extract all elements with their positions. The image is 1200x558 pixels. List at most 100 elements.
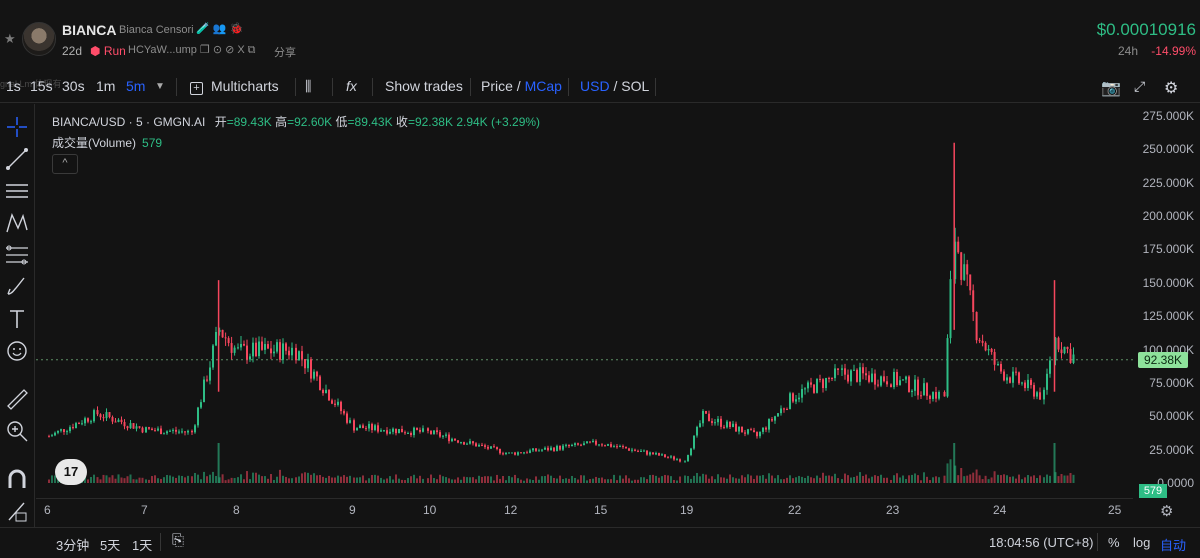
candle-body <box>307 359 309 369</box>
candle-body <box>120 419 123 423</box>
crosshair-icon[interactable] <box>4 114 30 140</box>
candle-body <box>705 411 707 414</box>
volume-bar <box>215 475 217 483</box>
volume-bar <box>883 477 885 483</box>
time-tick-label: 25 <box>1108 503 1122 517</box>
candle-body <box>1063 346 1066 354</box>
candle-body <box>301 351 303 360</box>
volume-bar <box>203 471 205 483</box>
date-range-calendar-icon[interactable]: ⎘ <box>172 532 184 549</box>
volume-bar <box>252 472 254 483</box>
candle-body <box>708 413 710 422</box>
interval-1m[interactable]: 1m <box>96 78 115 94</box>
volume-bar <box>744 477 746 483</box>
ruler-icon[interactable] <box>4 386 30 412</box>
collapse-legend-button[interactable]: ^ <box>52 154 78 174</box>
price-option[interactable]: Price <box>481 78 513 94</box>
contract-address[interactable]: HCYaW...ump <box>128 44 197 56</box>
volume-bar <box>520 479 522 483</box>
volume-bar <box>374 474 376 483</box>
candle-body <box>1072 354 1075 363</box>
settings-gear-icon[interactable]: ⚙ <box>1164 78 1178 98</box>
candle-body <box>547 447 549 451</box>
volume-bar <box>87 479 89 483</box>
volume-bar <box>890 479 892 483</box>
price-mcap-toggle[interactable]: Price / MCap <box>481 78 562 94</box>
log-scale-button[interactable]: log <box>1133 535 1150 550</box>
volume-bar <box>310 474 312 483</box>
volume-bar <box>442 476 444 483</box>
share-button[interactable]: 分享 <box>274 44 296 60</box>
volume-bar <box>896 473 898 483</box>
token-avatar <box>22 22 56 56</box>
volume-bar <box>200 479 202 483</box>
axis-settings-gear-icon[interactable]: ⚙ <box>1160 502 1173 520</box>
currency-toggle[interactable]: USD / SOL <box>580 78 649 94</box>
drawing-toolbar <box>0 104 35 530</box>
usd-option[interactable]: USD <box>580 78 610 94</box>
candle-body <box>807 382 809 389</box>
volume-bar <box>279 469 281 483</box>
volume-bar <box>562 479 564 483</box>
price-chart[interactable] <box>36 104 1133 497</box>
interval-30s[interactable]: 30s <box>62 78 85 94</box>
volume-bar <box>987 479 990 483</box>
range-3min-button[interactable]: 3分钟 <box>56 535 89 554</box>
candle-body <box>1012 371 1014 383</box>
range-5d-button[interactable]: 5天 <box>100 535 120 554</box>
spike-volume-bar <box>953 443 956 483</box>
fullscreen-icon[interactable]: ⤢ <box>1134 78 1145 95</box>
candle-body <box>943 392 946 397</box>
interval-dropdown-chevron-icon[interactable]: ▼ <box>155 81 165 92</box>
lock-drawing-icon[interactable] <box>4 498 30 524</box>
candle-body <box>735 423 737 432</box>
brush-icon[interactable] <box>4 274 30 300</box>
volume-bar <box>258 474 260 483</box>
auto-scale-button[interactable]: 自动 <box>1160 535 1186 554</box>
sol-option[interactable]: SOL <box>621 78 649 94</box>
interval-15s[interactable]: 15s <box>30 78 53 94</box>
price-tick-label: 50.000K <box>1149 409 1194 424</box>
mcap-option[interactable]: MCap <box>525 78 562 94</box>
volume-bar <box>738 478 740 483</box>
volume-bar <box>90 477 92 483</box>
zoom-in-icon[interactable] <box>4 418 30 444</box>
price-axis[interactable]: 275.000K 250.000K 225.000K 200.000K 175.000K… <box>1133 104 1200 497</box>
fib-channel-icon[interactable] <box>4 242 30 268</box>
magnet-icon[interactable] <box>4 466 30 492</box>
range-1d-button[interactable]: 1天 <box>132 535 152 554</box>
volume-bar <box>911 474 913 483</box>
volume-bar <box>538 479 540 483</box>
candle-body <box>359 425 361 429</box>
candle-body <box>535 448 537 451</box>
trend-line-icon[interactable] <box>4 146 30 172</box>
interval-1s[interactable]: 1s <box>6 78 21 94</box>
camera-icon[interactable]: 📷 <box>1101 78 1121 98</box>
volume-bar <box>990 477 993 483</box>
candle-body <box>1021 382 1023 384</box>
candle-type-icon[interactable]: ⫼ <box>305 78 311 95</box>
favorite-star-icon[interactable]: ★ <box>4 31 16 47</box>
horizontal-lines-icon[interactable] <box>4 178 30 204</box>
social-links[interactable]: ❐⊙⊘X⧉ <box>200 43 259 57</box>
candle-body <box>1043 389 1045 400</box>
volume-bar <box>679 476 681 483</box>
emoji-icon[interactable] <box>4 338 30 364</box>
tradingview-logo[interactable]: 17 <box>55 459 87 485</box>
interval-5m[interactable]: 5m <box>126 78 145 94</box>
candle-body <box>123 422 126 427</box>
show-trades-button[interactable]: Show trades <box>385 78 463 94</box>
volume-bar <box>496 474 498 483</box>
clock-time[interactable]: 18:04:56 (UTC+8) <box>989 535 1093 550</box>
time-axis[interactable] <box>36 498 1133 523</box>
text-tool-icon[interactable] <box>4 306 30 332</box>
candle-body <box>795 399 797 402</box>
volume-bar <box>151 476 153 483</box>
pattern-icon[interactable] <box>4 210 30 236</box>
volume-bar <box>720 477 722 483</box>
indicators-fx-icon[interactable]: fx <box>346 78 357 94</box>
multicharts-button[interactable]: + Multicharts <box>190 78 279 95</box>
percent-scale-button[interactable]: % <box>1108 535 1120 550</box>
token-badges-icon: 🧪 👥 🐞 <box>196 23 244 35</box>
volume-bar <box>481 476 483 483</box>
